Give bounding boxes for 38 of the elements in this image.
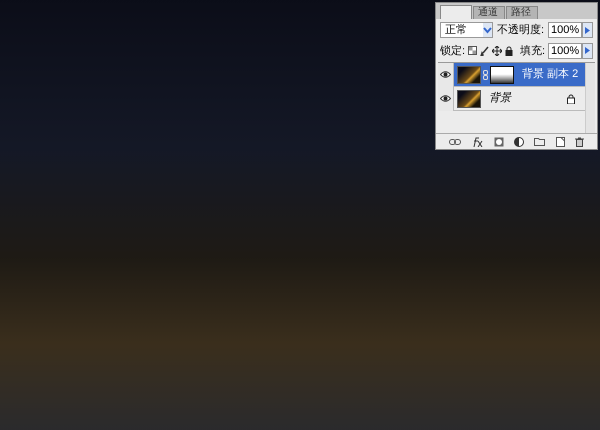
layer-name: 背景 副本 2	[522, 66, 578, 82]
caret-icon	[482, 23, 492, 38]
opacity-label: 不透明度:	[496, 22, 544, 38]
panel-tab[interactable]: 通道	[473, 6, 505, 19]
fill-arrow-button[interactable]	[582, 42, 593, 59]
layer-thumbnail	[457, 90, 481, 108]
right-arrow-icon	[585, 47, 590, 54]
brush-icon[interactable]	[480, 46, 490, 56]
opacity-field[interactable]: 100%	[548, 22, 582, 38]
link-icon[interactable]	[449, 138, 462, 144]
folder-icon[interactable]	[534, 137, 546, 146]
layer-row[interactable]: 背景	[438, 87, 585, 111]
layer-thumbnail	[457, 66, 481, 84]
padlock-icon[interactable]	[505, 46, 514, 56]
fx-icon[interactable]	[471, 136, 484, 146]
blend-mode-dropdown[interactable]: 正常	[440, 22, 493, 38]
lock-label: 锁定:	[440, 44, 466, 58]
adjustment-icon[interactable]	[514, 136, 524, 146]
layer-name: 背景	[489, 90, 511, 106]
move-icon[interactable]	[492, 46, 502, 56]
trash-icon[interactable]	[574, 136, 584, 146]
fill-label: 填充:	[520, 44, 545, 58]
new-layer-icon[interactable]	[556, 136, 565, 146]
visibility-toggle[interactable]	[438, 62, 454, 86]
fill-field[interactable]: 100%	[548, 42, 582, 59]
panel-tab[interactable]	[440, 5, 472, 19]
mask-icon[interactable]	[494, 136, 504, 146]
eye-icon	[440, 71, 451, 78]
opacity-arrow-button[interactable]	[582, 22, 593, 38]
blend-mode-value: 正常	[444, 24, 468, 36]
panel-tab[interactable]: 路径	[506, 6, 538, 19]
checkerboard-icon[interactable]	[468, 46, 478, 56]
eye-icon	[440, 95, 451, 102]
right-arrow-icon	[585, 26, 590, 34]
scrollbar[interactable]	[585, 63, 595, 133]
visibility-toggle[interactable]	[438, 86, 454, 110]
layer-row[interactable]: 背景 副本 2	[438, 63, 585, 87]
chain-icon	[483, 70, 488, 80]
